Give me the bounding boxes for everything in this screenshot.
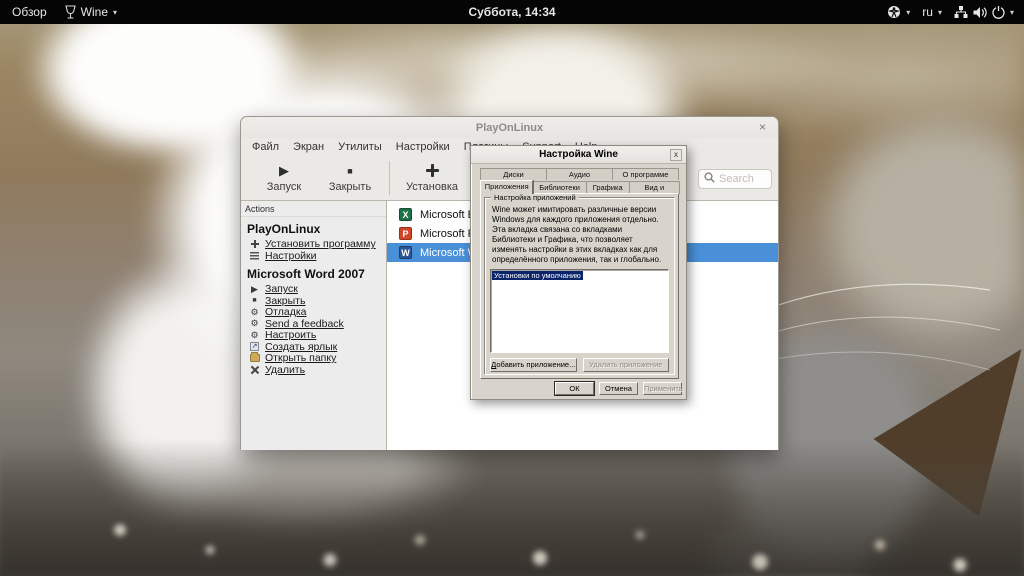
wine-config-titlebar[interactable]: Настройка Wine x bbox=[471, 146, 686, 164]
keyboard-layout-menu[interactable]: ru ▾ bbox=[922, 5, 942, 19]
actions-sidebar: Actions PlayOnLinux Установить программу… bbox=[241, 201, 387, 450]
dialog-button-row: ОК Отмена Применить bbox=[555, 382, 682, 395]
accessibility-icon bbox=[887, 5, 901, 19]
run-button[interactable]: ▶ Запуск bbox=[251, 163, 317, 193]
groupbox-label: Настройка приложений bbox=[491, 193, 579, 202]
plus-icon bbox=[426, 163, 439, 179]
gear-icon: ⚙ bbox=[249, 307, 260, 318]
close-dialog-button[interactable]: x bbox=[670, 149, 682, 161]
stop-icon: ■ bbox=[249, 295, 260, 306]
stop-icon: ■ bbox=[347, 163, 352, 179]
powerpoint-icon: P bbox=[399, 227, 412, 240]
gnome-top-bar: Обзор Wine ▾ Суббота, 14:34 bbox=[0, 0, 1024, 24]
search-placeholder: Search bbox=[719, 173, 754, 185]
plus-icon bbox=[249, 239, 260, 250]
wine-config-dialog: Настройка Wine x Диски Аудио О программе… bbox=[470, 145, 687, 400]
power-icon bbox=[992, 6, 1005, 19]
apply-button: Применить bbox=[643, 382, 682, 395]
sidebar-header: Actions bbox=[241, 203, 386, 217]
listbox-selected-item[interactable]: Установки по умолчанию bbox=[492, 271, 583, 280]
tab-drives[interactable]: Диски bbox=[480, 168, 547, 180]
tab-applications-active[interactable]: Приложения bbox=[480, 180, 533, 194]
description-text: Wine может имитировать различные версии … bbox=[490, 205, 669, 265]
desktop: Обзор Wine ▾ Суббота, 14:34 bbox=[0, 0, 1024, 576]
wallpaper-pebble-ground bbox=[0, 440, 1024, 576]
tab-row-front: Приложения Библиотеки Графика Вид и инте… bbox=[480, 180, 679, 194]
add-application-button[interactable]: Добавить приложение... bbox=[490, 358, 577, 372]
remove-application-button: Удалить приложение bbox=[583, 358, 670, 372]
folder-icon bbox=[249, 353, 260, 364]
install-button[interactable]: Установка bbox=[396, 163, 468, 193]
close-app-button[interactable]: ■ Закрыть bbox=[317, 163, 383, 193]
list-icon bbox=[249, 250, 260, 261]
dialog-title: Настройка Wine bbox=[539, 149, 618, 160]
tab-row-back: Диски Аудио О программе bbox=[480, 168, 679, 180]
network-wired-icon bbox=[954, 6, 968, 19]
clock[interactable]: Суббота, 14:34 bbox=[0, 5, 1024, 19]
menu-settings[interactable]: Настройки bbox=[389, 141, 457, 153]
shortcut-icon: ↗ bbox=[249, 341, 260, 352]
search-input[interactable]: Search bbox=[698, 169, 772, 189]
application-settings-groupbox: Настройка приложений Wine может имитиров… bbox=[484, 197, 675, 375]
cancel-button[interactable]: Отмена bbox=[599, 382, 638, 395]
playonlinux-titlebar[interactable]: PlayOnLinux × bbox=[241, 117, 778, 138]
sidebar-item-remove[interactable]: Удалить bbox=[241, 365, 386, 377]
sidebar-item-run[interactable]: ▶ Запуск bbox=[241, 284, 386, 296]
sidebar-item-open-folder[interactable]: Открыть папку bbox=[241, 353, 386, 365]
system-status-menu[interactable]: ▾ bbox=[954, 6, 1014, 19]
applications-tab-panel: Настройка приложений Wine может имитиров… bbox=[480, 193, 679, 379]
tab-audio[interactable]: Аудио bbox=[546, 168, 613, 180]
word-icon: W bbox=[399, 246, 412, 259]
search-icon bbox=[704, 170, 715, 188]
gear-icon: ⚙ bbox=[249, 318, 260, 329]
excel-icon: X bbox=[399, 208, 412, 221]
chevron-down-icon: ▾ bbox=[906, 8, 910, 17]
cross-icon bbox=[249, 364, 260, 375]
menu-file[interactable]: Файл bbox=[245, 141, 286, 153]
play-icon: ▶ bbox=[279, 163, 289, 179]
close-window-button[interactable]: × bbox=[755, 120, 770, 135]
menu-display[interactable]: Экран bbox=[286, 141, 331, 153]
ok-button[interactable]: ОК bbox=[555, 382, 594, 395]
toolbar-separator bbox=[389, 161, 390, 195]
volume-icon bbox=[973, 6, 987, 19]
sidebar-item-settings[interactable]: Настройки bbox=[241, 251, 386, 263]
window-title: PlayOnLinux bbox=[476, 122, 543, 134]
sidebar-section-word2007: Microsoft Word 2007 bbox=[241, 262, 386, 284]
sidebar-item-close[interactable]: ■ Закрыть bbox=[241, 296, 386, 308]
menu-tools[interactable]: Утилиты bbox=[331, 141, 389, 153]
tab-about[interactable]: О программе bbox=[612, 168, 679, 180]
play-icon: ▶ bbox=[249, 284, 260, 295]
accessibility-menu[interactable]: ▾ bbox=[887, 5, 910, 19]
chevron-down-icon: ▾ bbox=[938, 8, 942, 17]
applications-listbox[interactable]: Установки по умолчанию bbox=[490, 269, 669, 353]
keyboard-layout-label: ru bbox=[922, 5, 933, 19]
chevron-down-icon: ▾ bbox=[1010, 8, 1014, 17]
gear-icon: ⚙ bbox=[249, 330, 260, 341]
sidebar-section-playonlinux: PlayOnLinux bbox=[241, 217, 386, 239]
